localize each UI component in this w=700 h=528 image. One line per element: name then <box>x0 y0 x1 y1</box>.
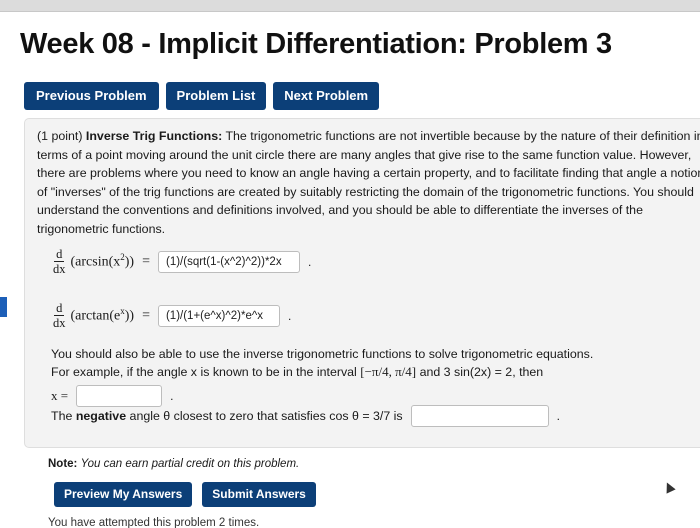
trig-text-line-1: You should also be able to use the inver… <box>51 347 594 361</box>
problem-nav: Previous Problem Problem List Next Probl… <box>24 82 380 110</box>
period: . <box>170 389 174 403</box>
arctan-expression: (arctan(ex)) <box>70 306 135 324</box>
next-problem-button[interactable]: Next Problem <box>273 82 380 110</box>
period: . <box>556 409 560 423</box>
partial-credit-note: Note: You can earn partial credit on thi… <box>48 458 300 470</box>
mouse-cursor-icon <box>662 480 676 494</box>
problem-panel: (1 point) Inverse Trig Functions: The tr… <box>24 118 700 448</box>
theta-answer-row: The negative angle θ closest to zero tha… <box>51 405 560 427</box>
problem-statement: (1 point) Inverse Trig Functions: The tr… <box>37 127 700 239</box>
derivative-operator: d dx <box>53 301 66 330</box>
points-label: (1 point) <box>37 129 83 143</box>
arcsin-answer-field[interactable]: (1)/(sqrt(1-(x^2)^2))*2x <box>158 250 300 273</box>
arctan-answer-field[interactable]: (1)/(1+(e^x)^2)*e^x <box>157 304 280 327</box>
previous-problem-button[interactable]: Previous Problem <box>24 82 159 110</box>
period: . <box>308 254 312 269</box>
arcsin-expression: (arcsin(x2)) <box>70 252 135 270</box>
interval-expression: [−π/4, π/4] <box>360 364 417 379</box>
trig-text-line-2: For example, if the angle x is known to … <box>51 364 544 379</box>
equals-sign: = <box>142 253 150 269</box>
browser-top-strip <box>0 0 700 12</box>
x-answer-field[interactable] <box>76 385 163 407</box>
left-edge-marker <box>0 297 7 317</box>
equals-sign: = <box>142 307 150 323</box>
arcsin-equation: d dx (arcsin(x2)) = (1)/(sqrt(1-(x^2)^2)… <box>51 247 311 276</box>
arctan-equation: d dx (arctan(ex)) = (1)/(1+(e^x)^2)*e^x … <box>51 301 291 330</box>
negative-emphasis: negative <box>75 409 127 423</box>
attempts-status: You have attempted this problem 2 times. <box>48 517 260 528</box>
topic-label: Inverse Trig Functions: <box>85 129 223 143</box>
period: . <box>287 308 292 323</box>
answer-actions: Preview My Answers Submit Answers <box>54 482 316 507</box>
submit-answers-button[interactable]: Submit Answers <box>202 482 316 507</box>
problem-list-button[interactable]: Problem List <box>165 82 267 110</box>
x-answer-row: x = . <box>51 385 173 407</box>
theta-answer-field[interactable] <box>410 405 549 427</box>
page-title: Week 08 - Implicit Differentiation: Prob… <box>20 28 612 60</box>
preview-answers-button[interactable]: Preview My Answers <box>54 482 193 507</box>
derivative-operator: d dx <box>53 247 66 276</box>
x-label: x = <box>51 388 69 403</box>
problem-body: The trigonometric functions are not inve… <box>37 129 700 236</box>
trig-equation-text: You should also be able to use the inver… <box>51 345 691 381</box>
